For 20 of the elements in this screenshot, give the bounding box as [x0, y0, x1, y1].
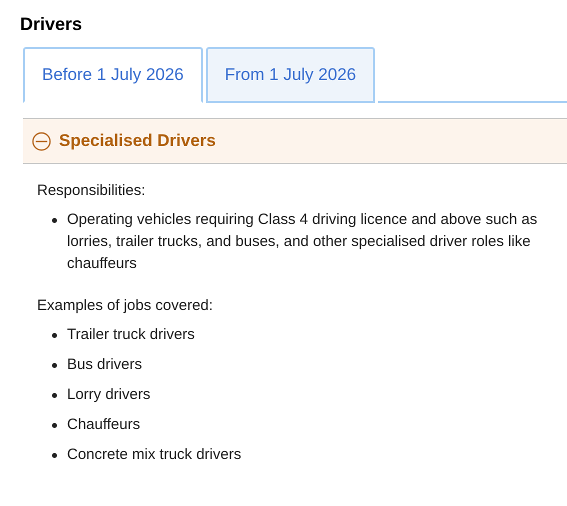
bullet-icon	[52, 363, 57, 368]
list-item: Operating vehicles requiring Class 4 driving licence and above such as lorries, trailer trucks, and buses, and other specialised driver roles like chauffeurs	[67, 210, 538, 274]
list-item: Concrete mix truck drivers	[67, 445, 242, 465]
bullet-icon	[52, 333, 57, 338]
tab[interactable]: Before 1 July 2026	[23, 47, 203, 103]
tab[interactable]: From 1 July 2026	[206, 47, 376, 103]
bullet-icon	[52, 393, 57, 398]
accordion-title: Specialised Drivers	[59, 131, 216, 151]
list-item: Chauffeurs	[67, 415, 140, 435]
section-heading: Responsibilities:	[37, 182, 146, 199]
bullet-icon	[52, 423, 57, 428]
bullet-icon	[52, 453, 57, 458]
accordion-header[interactable]: Specialised Drivers	[23, 118, 567, 164]
list-item: Lorry drivers	[67, 385, 150, 405]
list-item: Trailer truck drivers	[67, 325, 195, 345]
minus-circle-icon	[32, 132, 51, 150]
bullet-icon	[52, 218, 57, 223]
section-title: Drivers	[20, 14, 84, 35]
list-item: Bus drivers	[67, 355, 142, 375]
section-heading: Examples of jobs covered:	[37, 297, 214, 314]
